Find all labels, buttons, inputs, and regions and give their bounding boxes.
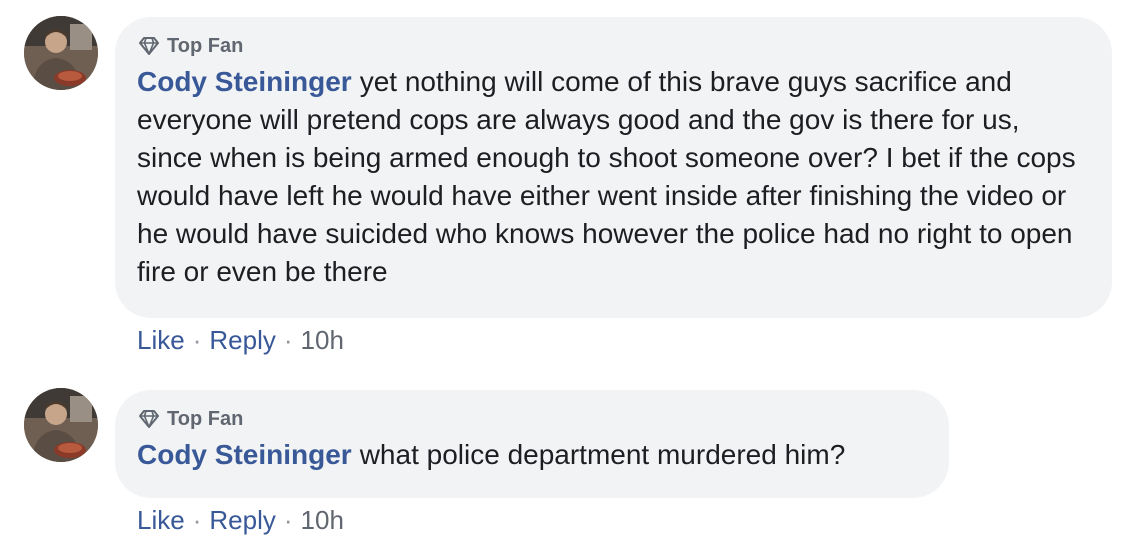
- comment-actions: Like · Reply · 10h: [137, 325, 344, 356]
- comment-actions: Like · Reply · 10h: [137, 505, 344, 536]
- profile-photo-icon: [24, 16, 98, 90]
- avatar[interactable]: [24, 16, 98, 90]
- separator: ·: [192, 325, 202, 355]
- author-name-link[interactable]: Cody Steininger: [137, 66, 352, 97]
- profile-photo-icon: [24, 388, 98, 462]
- comment-body: yet nothing will come of this brave guys…: [137, 66, 1076, 287]
- top-fan-badge[interactable]: Top Fan: [137, 408, 927, 430]
- timestamp-link[interactable]: 10h: [301, 505, 344, 536]
- timestamp-link[interactable]: 10h: [301, 325, 344, 356]
- separator: ·: [192, 505, 202, 535]
- comment-body: what police department murdered him?: [359, 439, 846, 470]
- comment-text: Cody Steininger yet nothing will come of …: [137, 63, 1090, 291]
- badge-label: Top Fan: [167, 34, 244, 57]
- badge-label: Top Fan: [167, 407, 244, 430]
- separator: ·: [283, 325, 293, 355]
- comment-text: Cody Steininger what police department mu…: [137, 436, 927, 474]
- author-name-link[interactable]: Cody Steininger: [137, 439, 352, 470]
- avatar[interactable]: [24, 388, 98, 462]
- like-link[interactable]: Like: [137, 505, 185, 536]
- like-link[interactable]: Like: [137, 325, 185, 356]
- diamond-icon: [137, 36, 161, 56]
- top-fan-badge[interactable]: Top Fan: [137, 35, 1090, 57]
- reply-link[interactable]: Reply: [209, 505, 275, 536]
- comment-bubble: Top Fan Cody Steininger yet nothing will …: [115, 17, 1112, 318]
- diamond-icon: [137, 409, 161, 429]
- reply-link[interactable]: Reply: [209, 325, 275, 356]
- separator: ·: [283, 505, 293, 535]
- comment-bubble: Top Fan Cody Steininger what police depar…: [115, 390, 949, 498]
